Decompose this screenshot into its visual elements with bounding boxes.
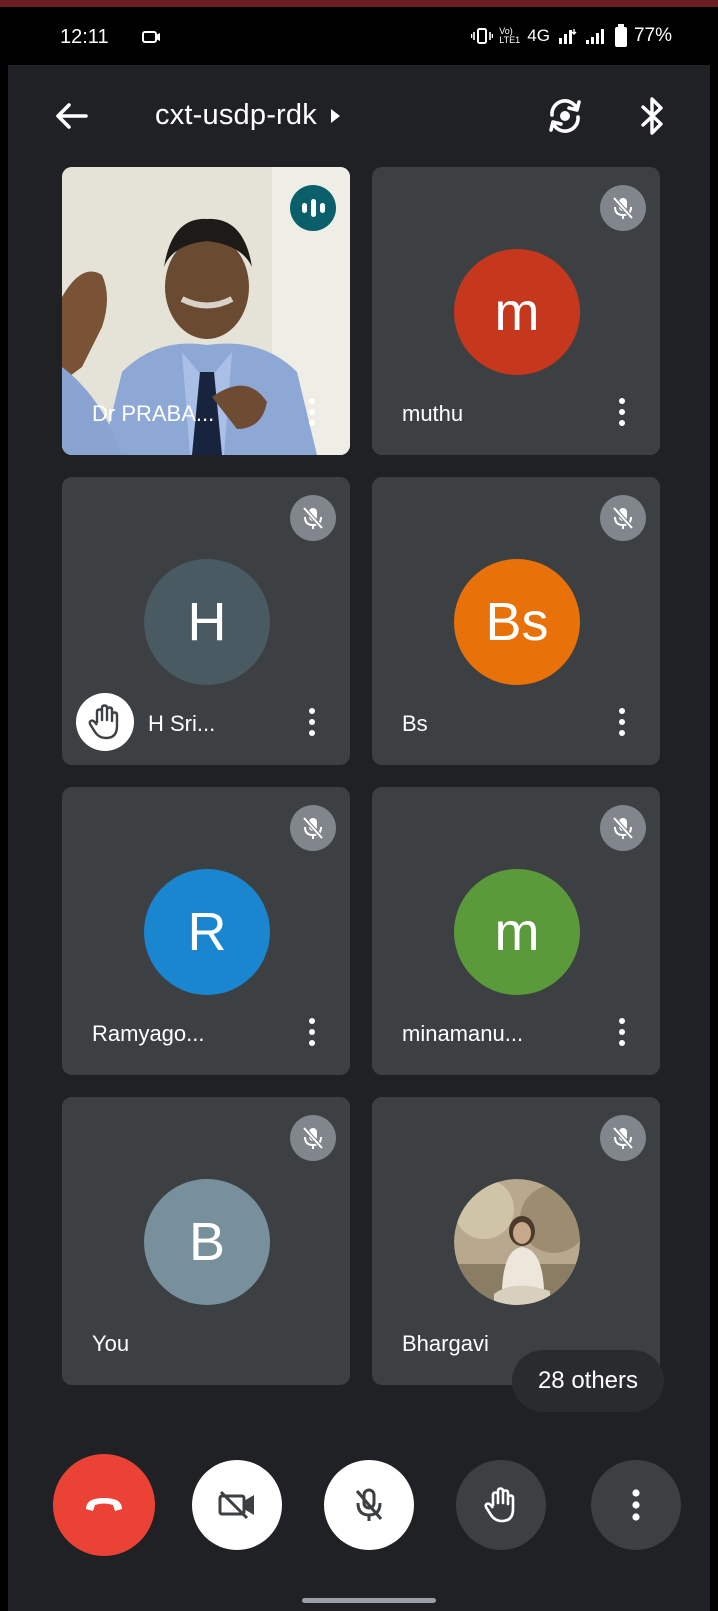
- participant-tile-video[interactable]: Dr PRABA...: [62, 167, 350, 455]
- phone-hangup-icon: [86, 1498, 122, 1511]
- status-time: 12:11: [60, 26, 109, 48]
- raised-hand-icon: [76, 693, 134, 751]
- more-vert-icon: [632, 1489, 640, 1521]
- participant-name: Ramyago...: [92, 1021, 205, 1046]
- mic-off-icon: [600, 495, 646, 541]
- participant-tile[interactable]: Bhargavi: [372, 1097, 660, 1385]
- speaking-indicator-icon: [290, 185, 336, 231]
- more-options-button[interactable]: [591, 1460, 681, 1550]
- avatar: R: [144, 869, 270, 995]
- status-bar: 12:11 Vo) LTE1 4G 77%: [8, 7, 710, 65]
- participant-tile-self[interactable]: B You: [62, 1097, 350, 1385]
- participant-tile[interactable]: Bs Bs: [372, 477, 660, 765]
- participant-tile[interactable]: m minamanu...: [372, 787, 660, 1075]
- mic-off-icon: [290, 1115, 336, 1161]
- meeting-header: cxt-usdp-rdk: [8, 65, 710, 165]
- volte-label: Vo) LTE1: [499, 26, 521, 45]
- more-vert-icon[interactable]: [614, 395, 630, 429]
- more-vert-icon[interactable]: [304, 705, 320, 739]
- switch-camera-button[interactable]: [538, 89, 592, 143]
- mic-off-icon: [600, 1115, 646, 1161]
- battery-icon: [614, 24, 627, 47]
- mic-off-icon: [600, 805, 646, 851]
- mic-toggle-button[interactable]: [324, 1460, 414, 1550]
- participant-name: Bs: [402, 711, 428, 736]
- more-vert-icon[interactable]: [614, 1015, 630, 1049]
- back-arrow-icon: [56, 103, 88, 129]
- more-vert-icon[interactable]: [614, 705, 630, 739]
- participant-name: You: [92, 1331, 130, 1356]
- raise-hand-icon: [484, 1487, 515, 1523]
- status-icons: Vo) LTE1 4G 77%: [471, 23, 672, 49]
- participant-name: H Sri...: [148, 711, 216, 736]
- signal-2-icon: [585, 29, 604, 44]
- back-button[interactable]: [48, 93, 94, 139]
- camera-off-icon: [218, 1490, 254, 1520]
- right-edge: [710, 7, 718, 1611]
- more-vert-icon[interactable]: [304, 1015, 320, 1049]
- participant-name: Dr PRABA...: [92, 401, 215, 426]
- avatar: m: [454, 869, 580, 995]
- raise-hand-button[interactable]: [456, 1460, 546, 1550]
- mic-off-icon: [290, 495, 336, 541]
- avatar: H: [144, 559, 270, 685]
- expand-caret-icon: [330, 108, 340, 123]
- participant-tile[interactable]: R Ramyago...: [62, 787, 350, 1075]
- others-chip[interactable]: 28 others: [512, 1350, 664, 1412]
- avatar-photo: [454, 1179, 580, 1305]
- avatar: B: [144, 1179, 270, 1305]
- participant-name: minamanu...: [402, 1021, 524, 1046]
- camera-toggle-button[interactable]: [192, 1460, 282, 1550]
- end-call-button[interactable]: [53, 1454, 155, 1556]
- participant-tile[interactable]: m muthu: [372, 167, 660, 455]
- participant-name: Bhargavi: [402, 1331, 489, 1356]
- call-controls: [8, 1440, 710, 1570]
- avatar: Bs: [454, 559, 580, 685]
- network-type: 4G: [527, 26, 550, 45]
- battery-percent: 77%: [633, 25, 672, 46]
- audio-output-button[interactable]: [628, 89, 678, 143]
- vibrate-icon: [471, 28, 494, 44]
- switch-camera-icon: [549, 99, 581, 133]
- window-top-edge: [0, 0, 718, 7]
- bluetooth-icon: [641, 97, 663, 135]
- participant-name: muthu: [402, 401, 464, 426]
- meet-screen: 12:11 Vo) LTE1 4G 77% cxt-usdp-rdk Dr PR…: [0, 0, 718, 1611]
- signal-1-icon: [558, 29, 577, 44]
- participant-tile[interactable]: H H Sri...: [62, 477, 350, 765]
- more-vert-icon[interactable]: [304, 395, 320, 429]
- left-edge: [0, 7, 8, 1611]
- meeting-code: cxt-usdp-rdk: [155, 99, 317, 131]
- home-indicator[interactable]: [302, 1598, 436, 1603]
- screen-record-icon: [142, 31, 160, 43]
- avatar: m: [454, 249, 580, 375]
- mic-off-icon: [355, 1488, 383, 1521]
- mic-off-icon: [600, 185, 646, 231]
- meeting-title-button[interactable]: cxt-usdp-rdk: [155, 99, 340, 132]
- mic-off-icon: [290, 805, 336, 851]
